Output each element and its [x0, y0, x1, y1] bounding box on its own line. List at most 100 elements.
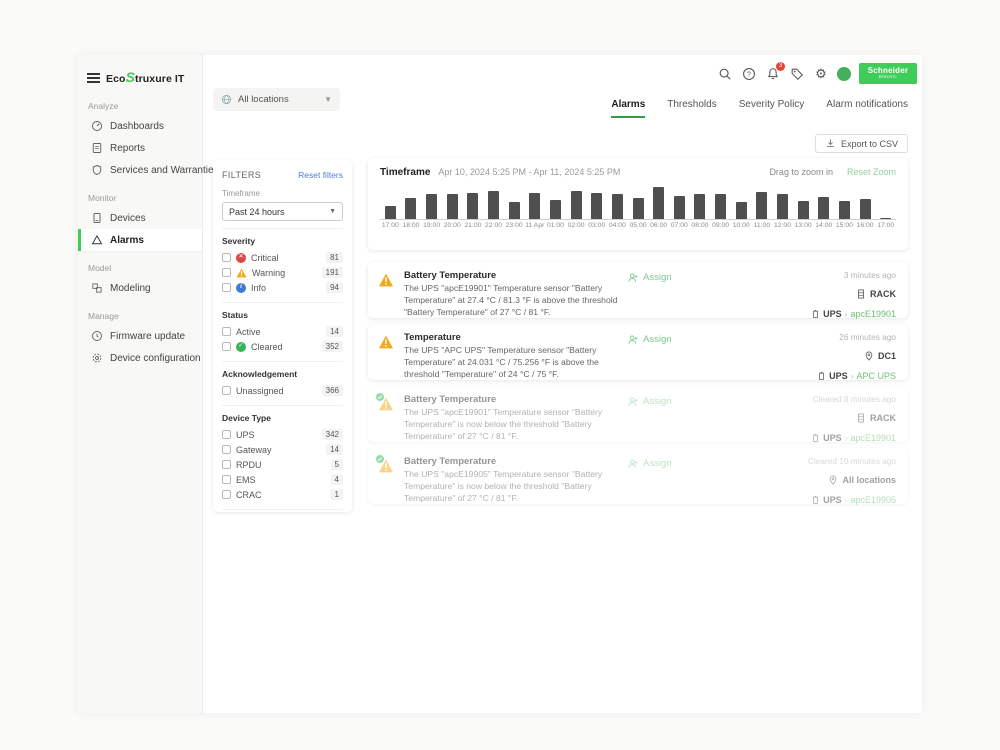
- alarm-location[interactable]: RACK: [856, 413, 896, 423]
- alarm-frequency-bars[interactable]: [380, 184, 896, 220]
- filter-option-gateway[interactable]: Gateway 14: [222, 442, 343, 457]
- bar[interactable]: [545, 200, 566, 219]
- axis-tick-label: 04:00: [607, 222, 628, 229]
- bar[interactable]: [793, 201, 814, 219]
- sidebar-item-services-warranties[interactable]: Services and Warranties: [78, 159, 202, 181]
- bar[interactable]: [710, 194, 731, 219]
- checkbox[interactable]: [222, 475, 231, 484]
- bar[interactable]: [648, 187, 669, 219]
- severity-cell: [378, 456, 396, 505]
- tab-severity-policy[interactable]: Severity Policy: [739, 99, 805, 118]
- alarm-card[interactable]: Temperature The UPS "APC UPS" Temperatur…: [368, 324, 908, 380]
- checkbox[interactable]: [222, 327, 231, 336]
- filters-panel: FILTERS Reset filters Timeframe Past 24 …: [213, 160, 352, 512]
- bar[interactable]: [834, 201, 855, 219]
- alarm-location[interactable]: All locations: [828, 475, 896, 485]
- tab-thresholds[interactable]: Thresholds: [667, 99, 716, 118]
- sidebar-item-alarms[interactable]: Alarms: [78, 229, 202, 251]
- device-link[interactable]: apcE19901: [850, 309, 896, 319]
- bar[interactable]: [524, 193, 545, 219]
- device-link[interactable]: apcE19901: [850, 433, 896, 443]
- device-link[interactable]: apcE19905: [850, 495, 896, 505]
- filter-option-crac[interactable]: CRAC 1: [222, 487, 343, 502]
- tab-alarm-notifications[interactable]: Alarm notifications: [826, 99, 908, 118]
- filter-option-warning[interactable]: Warning 191: [222, 265, 343, 280]
- filter-option-cleared[interactable]: ✓ Cleared 352: [222, 339, 343, 354]
- assign-button[interactable]: Assign: [627, 332, 757, 381]
- assign-button[interactable]: Assign: [627, 394, 757, 443]
- bar[interactable]: [463, 193, 484, 219]
- search-icon[interactable]: [717, 66, 733, 82]
- assign-button[interactable]: Assign: [627, 270, 757, 319]
- filter-option-unassigned[interactable]: Unassigned 366: [222, 383, 343, 398]
- sidebar-item-device-configuration[interactable]: Device configuration: [78, 347, 202, 369]
- checkbox[interactable]: [222, 342, 231, 351]
- sidebar-item-reports[interactable]: Reports: [78, 137, 202, 159]
- bar[interactable]: [401, 198, 422, 219]
- sidebar-item-devices[interactable]: Devices: [78, 207, 202, 229]
- bar[interactable]: [607, 194, 628, 219]
- bar[interactable]: [628, 198, 649, 219]
- bar[interactable]: [813, 197, 834, 219]
- tab-alarms[interactable]: Alarms: [611, 99, 645, 118]
- user-avatar[interactable]: [837, 67, 851, 81]
- ups-device-icon: [811, 495, 820, 505]
- assign-person-icon: [627, 272, 639, 284]
- sidebar-item-dashboards[interactable]: Dashboards: [78, 115, 202, 137]
- alarm-card[interactable]: Battery Temperature The UPS "apcE19905" …: [368, 448, 908, 504]
- bar[interactable]: [380, 206, 401, 219]
- count-badge: 1: [331, 489, 343, 500]
- checkbox[interactable]: [222, 460, 231, 469]
- bar[interactable]: [421, 194, 442, 219]
- bar[interactable]: [875, 218, 896, 219]
- bar[interactable]: [690, 194, 711, 219]
- device-link[interactable]: APC UPS: [856, 371, 896, 381]
- help-icon[interactable]: ?: [741, 66, 757, 82]
- reset-filters-link[interactable]: Reset filters: [298, 170, 343, 180]
- alarm-location[interactable]: DC1: [864, 351, 896, 361]
- timeframe-chart-card: Timeframe Apr 10, 2024 5:25 PM - Apr 11,…: [368, 158, 908, 250]
- checkbox[interactable]: [222, 253, 231, 262]
- warning-icon: [378, 273, 394, 287]
- filter-option-ems[interactable]: EMS 4: [222, 472, 343, 487]
- alarm-card[interactable]: Battery Temperature The UPS "apcE19901" …: [368, 262, 908, 318]
- bar[interactable]: [504, 202, 525, 219]
- settings-gear-icon[interactable]: ⚙: [813, 66, 829, 82]
- filter-option-rpdu[interactable]: RPDU 5: [222, 457, 343, 472]
- alarm-location[interactable]: RACK: [856, 289, 896, 299]
- bar[interactable]: [772, 194, 793, 219]
- bar[interactable]: [731, 202, 752, 219]
- sidebar-item-firmware-update[interactable]: Firmware update: [78, 325, 202, 347]
- notifications-bell-icon[interactable]: 3: [765, 66, 781, 82]
- tag-icon[interactable]: [789, 66, 805, 82]
- bar[interactable]: [566, 191, 587, 219]
- filter-option-active[interactable]: Active 14: [222, 324, 343, 339]
- bar[interactable]: [483, 191, 504, 219]
- bar[interactable]: [669, 196, 690, 219]
- checkbox[interactable]: [222, 430, 231, 439]
- assign-button[interactable]: Assign: [627, 456, 757, 505]
- checkbox[interactable]: [222, 490, 231, 499]
- shield-icon: [91, 164, 103, 176]
- bar[interactable]: [586, 193, 607, 219]
- bar[interactable]: [752, 192, 773, 219]
- timeframe-select[interactable]: Past 24 hours ▼: [222, 202, 343, 221]
- filter-option-ups[interactable]: UPS 342: [222, 427, 343, 442]
- filter-option-critical[interactable]: ✕ Critical 81: [222, 250, 343, 265]
- schneider-electric-logo[interactable]: Schneider Electric: [859, 63, 917, 84]
- alarm-device-path: UPS › APC UPS: [817, 371, 896, 381]
- location-selector[interactable]: All locations ▼: [213, 88, 340, 111]
- checkbox[interactable]: [222, 268, 231, 277]
- bar[interactable]: [855, 199, 876, 219]
- export-csv-button[interactable]: Export to CSV: [815, 134, 908, 153]
- filter-option-info[interactable]: i Info 94: [222, 280, 343, 295]
- reset-zoom-button[interactable]: Reset Zoom: [847, 167, 896, 177]
- checkbox[interactable]: [222, 283, 231, 292]
- alarm-card[interactable]: Battery Temperature The UPS "apcE19901" …: [368, 386, 908, 442]
- menu-icon[interactable]: [87, 73, 100, 83]
- bar[interactable]: [442, 194, 463, 219]
- checkbox[interactable]: [222, 386, 231, 395]
- sidebar-item-modeling[interactable]: Modeling: [78, 277, 202, 299]
- checkbox[interactable]: [222, 445, 231, 454]
- alarm-device-path: UPS › apcE19901: [811, 433, 896, 443]
